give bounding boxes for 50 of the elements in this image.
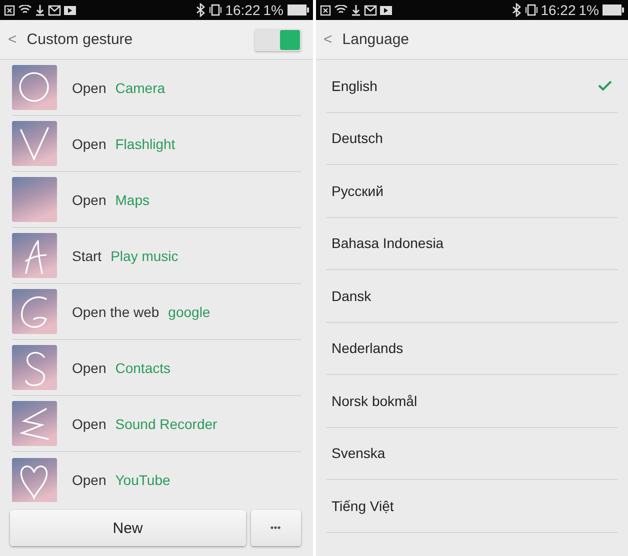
clock: 16:22 xyxy=(225,2,260,18)
language-option[interactable]: Dansk xyxy=(326,270,618,322)
language-option[interactable]: Svenska xyxy=(326,428,618,480)
play-store-icon xyxy=(380,6,392,14)
more-button[interactable]: ••• xyxy=(250,510,300,546)
mail-icon xyxy=(364,4,376,16)
x-box-icon xyxy=(320,4,330,16)
language-option[interactable]: Bahasa Indonesia xyxy=(326,218,618,270)
language-option[interactable]: English xyxy=(326,60,618,112)
screen-title: Language xyxy=(342,31,410,48)
action-label: Open xyxy=(72,80,106,96)
language-option[interactable]: Nederlands xyxy=(326,322,618,375)
action-label: Open xyxy=(72,192,106,208)
screen-title: Custom gesture xyxy=(26,31,134,48)
play-store-icon xyxy=(64,6,76,14)
toggle-switch[interactable] xyxy=(254,28,300,50)
gesture-icon xyxy=(12,65,57,110)
x-box-icon xyxy=(4,4,15,16)
gesture-icon xyxy=(12,345,57,390)
battery-percent: 1% xyxy=(578,2,599,18)
download-icon xyxy=(350,4,360,16)
gesture-icon xyxy=(12,121,57,166)
new-button[interactable]: New xyxy=(10,510,246,546)
clock: 16:22 xyxy=(540,2,576,18)
battery-percent: 1% xyxy=(263,2,284,18)
action-label: Open xyxy=(72,416,106,432)
language-option[interactable]: Deutsch xyxy=(326,112,618,165)
action-label: Open xyxy=(72,136,106,152)
battery-icon xyxy=(286,4,308,16)
vibrate-icon xyxy=(524,4,538,16)
battery-icon xyxy=(602,4,624,16)
wifi-icon xyxy=(334,5,348,15)
gesture-icon xyxy=(12,401,57,446)
gesture-icon xyxy=(12,458,57,502)
action-label: Open xyxy=(72,472,106,488)
mail-icon xyxy=(48,4,61,16)
wifi-icon xyxy=(18,5,32,15)
vibrate-icon xyxy=(209,4,222,16)
bluetooth-icon xyxy=(196,3,206,17)
gesture-icon xyxy=(12,177,57,222)
gesture-icon xyxy=(12,289,57,334)
action-label: Open xyxy=(72,360,106,376)
language-option[interactable]: Русский xyxy=(326,165,618,218)
action-label: Open the web xyxy=(72,304,160,320)
bluetooth-icon xyxy=(512,3,522,17)
action-label: Start xyxy=(72,248,102,264)
gesture-icon xyxy=(12,233,57,278)
language-option[interactable]: Tiếng Việt xyxy=(326,480,618,532)
download-icon xyxy=(35,4,45,16)
language-option[interactable]: Norsk bokmål xyxy=(326,375,618,428)
